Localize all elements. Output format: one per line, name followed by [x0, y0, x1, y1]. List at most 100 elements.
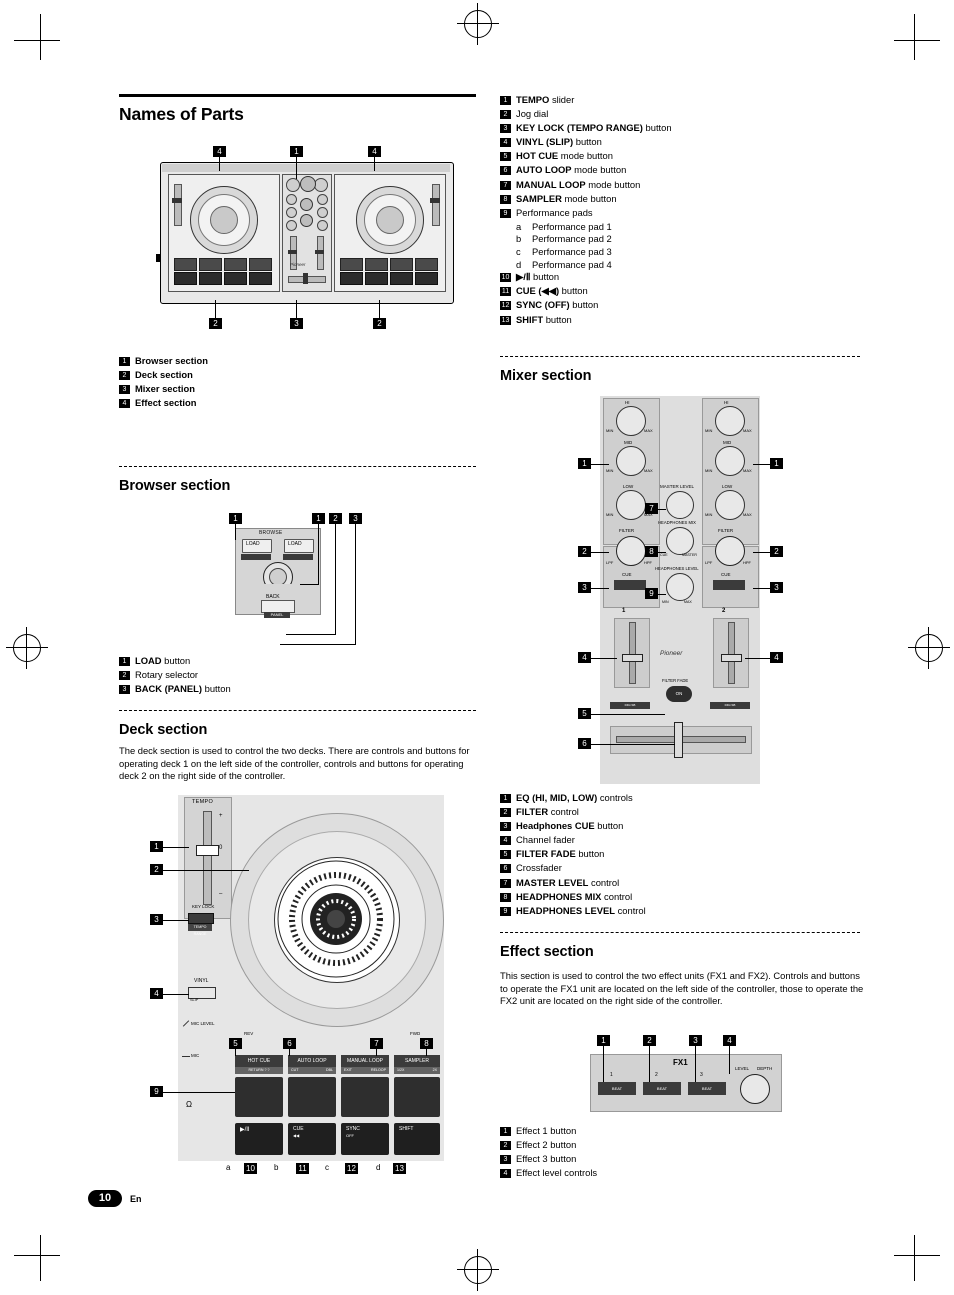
browser-callout-1a: 1: [229, 513, 242, 524]
hi-label-right: HI: [724, 400, 729, 405]
item-label: BACK (PANEL) button: [135, 683, 419, 696]
item-label: SHIFT button: [516, 314, 870, 327]
effect-1-button[interactable]: BEAT: [598, 1082, 636, 1095]
deck-callout-6: 6: [283, 1038, 296, 1049]
master-small-label: MASTER: [682, 553, 697, 557]
min-label: MIN: [606, 468, 614, 473]
leader-line: [745, 658, 771, 659]
item-number: 11: [500, 287, 511, 297]
sync-label: SYNC: [346, 1126, 360, 1132]
performance-pad-3[interactable]: [341, 1077, 389, 1117]
eq-hi-knob-right[interactable]: [715, 406, 745, 436]
sync-button[interactable]: SYNC OFF: [341, 1123, 389, 1155]
effect-2-button[interactable]: BEAT: [643, 1082, 681, 1095]
deck-callout-11: 11: [296, 1163, 309, 1174]
eq-mid-knob-left[interactable]: [616, 446, 646, 476]
eq-low-knob-left[interactable]: [616, 490, 646, 520]
vinyl-label: VINYL: [194, 978, 209, 984]
item-label: Effect section: [135, 397, 197, 409]
item-number: 4: [500, 138, 511, 148]
min-label: MIN: [705, 512, 713, 517]
performance-pad-2[interactable]: [288, 1077, 336, 1117]
cue-button[interactable]: CUE ◀◀: [288, 1123, 336, 1155]
hpf-label: HPF: [644, 560, 652, 565]
item-label: Effect 1 button: [516, 1125, 577, 1136]
hot-cue-sub-label: RETURN ? ?: [235, 1067, 283, 1074]
effect-level-knob[interactable]: [740, 1074, 770, 1104]
sync-sub-label: OFF: [346, 1133, 354, 1138]
leader-line: [163, 920, 189, 921]
item-label: SYNC (OFF) button: [516, 299, 870, 312]
list-item: 4 Channel fader: [500, 834, 870, 847]
item-rest: slider: [549, 94, 575, 105]
effect-intro-text: This section is used to control the two …: [500, 970, 864, 1007]
item-number: 2: [500, 808, 511, 818]
item-number: 6: [500, 864, 511, 874]
item-number: 3: [500, 124, 511, 134]
filter-knob-left[interactable]: [616, 536, 646, 566]
overview-callout-4-left: 4: [213, 146, 226, 157]
shift-button[interactable]: SHIFT: [394, 1123, 440, 1155]
sampler-mode-button[interactable]: SAMPLER: [394, 1055, 440, 1067]
manual-loop-mode-button[interactable]: MANUAL LOOP: [341, 1055, 389, 1067]
item-number: 3: [500, 822, 511, 832]
min-label: MIN: [606, 512, 614, 517]
headphones-mix-knob[interactable]: [666, 527, 694, 555]
performance-pad-1[interactable]: [235, 1077, 283, 1117]
deck-callout-d: d: [376, 1163, 381, 1172]
list-item: 7 MANUAL LOOP mode button: [500, 179, 870, 192]
sub-letter: a: [516, 220, 522, 232]
crop-mark: [894, 40, 940, 41]
item-rest: button: [202, 683, 231, 695]
item-rest: button: [161, 655, 191, 666]
item-rest: button: [573, 136, 602, 148]
overview-callout-2-left: 2: [209, 318, 222, 329]
sub-label: Performance pad 4: [532, 258, 612, 270]
leader-line: [658, 509, 666, 510]
eq-hi-knob-left[interactable]: [616, 406, 646, 436]
max-label: MAX: [743, 468, 752, 473]
sub-label: Performance pad 1: [532, 220, 612, 232]
item-label: Deck section: [135, 369, 193, 381]
leader-line: [753, 464, 771, 465]
registration-mark: [908, 627, 950, 669]
auto-loop-mode-button[interactable]: AUTO LOOP: [288, 1055, 336, 1067]
item-number: 4: [119, 399, 130, 409]
registration-mark: [6, 627, 48, 669]
filter-fade-on-button[interactable]: ON: [666, 686, 692, 702]
mid-label-right: MID: [723, 440, 732, 445]
mic-label: MIC: [191, 1053, 200, 1058]
crossfader-handle[interactable]: [674, 722, 683, 758]
deck2-label: 2: [722, 608, 726, 614]
key-lock-label: KEY LOCK: [192, 904, 215, 909]
item-number: 2: [500, 1141, 511, 1151]
item-label: Channel fader: [516, 834, 870, 847]
browse-label: BROWSE: [259, 530, 283, 536]
hot-cue-mode-button[interactable]: HOT CUE: [235, 1055, 283, 1067]
eq-mid-knob-right[interactable]: [715, 446, 745, 476]
deck-intro-text: The deck section is used to control the …: [119, 745, 470, 782]
master-level-knob[interactable]: [666, 491, 694, 519]
deck1-label: 1: [622, 608, 626, 614]
eq-low-knob-right[interactable]: [715, 490, 745, 520]
headphones-cue-button-left[interactable]: [614, 580, 646, 590]
deck-figure: TEMPO + 0 – KEY LOCK TEMPO RANGE VINYL S…: [178, 795, 444, 1161]
headphones-cue-button-right[interactable]: [713, 580, 745, 590]
leader-line: [591, 658, 617, 659]
item-label: HEADPHONES MIX control: [516, 891, 870, 904]
performance-pad-4[interactable]: [394, 1077, 440, 1117]
headphones-level-knob[interactable]: [666, 573, 694, 601]
effect-3-button[interactable]: BEAT: [688, 1082, 726, 1095]
item-rest: button: [530, 271, 560, 283]
deck-callout-5: 5: [229, 1038, 242, 1049]
leader-line: [753, 552, 771, 553]
filter-knob-right[interactable]: [715, 536, 745, 566]
list-item: 2 Deck section: [119, 369, 399, 382]
effect-figure: FX1 1 2 3 BEAT BEAT BEAT LEVEL DEPTH: [590, 1054, 782, 1114]
cue-label-right: CUE: [721, 572, 731, 577]
item-label: CUE (◀◀) button: [516, 285, 870, 298]
item-bold: SAMPLER: [516, 192, 562, 204]
item-number: 2: [119, 671, 130, 681]
tempo-plus-label: +: [219, 813, 223, 819]
play-pause-button[interactable]: ▶/Ⅱ: [235, 1123, 283, 1155]
